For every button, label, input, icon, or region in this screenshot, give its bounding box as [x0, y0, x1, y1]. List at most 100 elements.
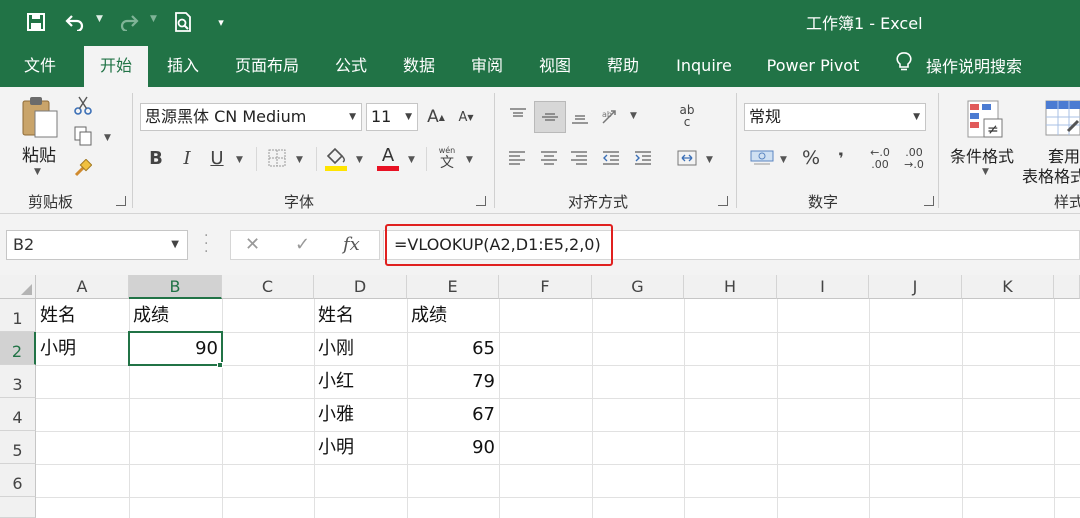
- paste-dropdown-icon[interactable]: ▼: [34, 167, 41, 177]
- tab-power-pivot[interactable]: Power Pivot: [760, 46, 866, 87]
- tell-me-search[interactable]: 操作说明搜索: [896, 46, 1022, 87]
- clipboard-launcher-icon[interactable]: [116, 196, 126, 206]
- font-size-select[interactable]: 11 ▼: [366, 103, 418, 131]
- enter-entry-button[interactable]: ✓: [295, 234, 310, 255]
- phonetic-guide-button[interactable]: wén 文: [434, 143, 460, 173]
- increase-indent-icon[interactable]: [630, 145, 656, 171]
- tab-insert[interactable]: 插入: [160, 46, 206, 87]
- merge-center-icon[interactable]: [674, 145, 700, 171]
- cell-e1[interactable]: 成绩: [407, 299, 499, 332]
- italic-button[interactable]: I: [176, 145, 198, 171]
- wrap-text-button[interactable]: ab c: [672, 99, 702, 133]
- tab-data[interactable]: 数据: [396, 46, 442, 87]
- cell-a2[interactable]: 小明: [36, 332, 129, 365]
- font-color-dropdown-icon[interactable]: ▼: [408, 155, 415, 165]
- conditional-format-dropdown-icon[interactable]: ▼: [982, 167, 989, 177]
- copy-dropdown-icon[interactable]: ▼: [104, 133, 111, 143]
- bold-button[interactable]: B: [144, 145, 168, 171]
- row-header-3[interactable]: 3: [0, 365, 36, 398]
- cell-a1[interactable]: 姓名: [36, 299, 129, 332]
- underline-button[interactable]: U: [206, 145, 228, 171]
- align-left-icon[interactable]: [504, 145, 530, 171]
- row-header-1[interactable]: 1: [0, 299, 36, 332]
- undo-icon[interactable]: [62, 9, 88, 35]
- fill-handle[interactable]: [217, 362, 223, 368]
- row-header-6[interactable]: 6: [0, 464, 36, 497]
- align-right-icon[interactable]: [566, 145, 592, 171]
- row-header-4[interactable]: 4: [0, 398, 36, 431]
- alignment-launcher-icon[interactable]: [718, 196, 728, 206]
- row-header-2[interactable]: 2: [0, 332, 36, 365]
- format-painter-icon[interactable]: [72, 157, 94, 179]
- cell-d2[interactable]: 小刚: [314, 332, 407, 365]
- cell-d1[interactable]: 姓名: [314, 299, 407, 332]
- decrease-decimal-button[interactable]: .00 →.0: [898, 145, 930, 173]
- percent-button[interactable]: %: [798, 145, 824, 171]
- column-header-i[interactable]: I: [777, 275, 869, 299]
- paste-label[interactable]: 粘贴: [22, 141, 56, 166]
- tab-formulas[interactable]: 公式: [328, 46, 374, 87]
- orientation-icon[interactable]: ab: [598, 101, 624, 131]
- cell-e3[interactable]: 79: [407, 365, 499, 398]
- conditional-format-icon[interactable]: ≠: [962, 97, 1006, 143]
- column-header-h[interactable]: H: [684, 275, 777, 299]
- column-header-b[interactable]: B: [129, 275, 222, 299]
- column-header-f[interactable]: F: [499, 275, 592, 299]
- cell-e2[interactable]: 65: [407, 332, 499, 365]
- column-header-partial[interactable]: [1054, 275, 1080, 299]
- tab-file[interactable]: 文件: [16, 46, 64, 87]
- column-header-d[interactable]: D: [314, 275, 407, 299]
- font-color-button[interactable]: A: [374, 143, 402, 173]
- format-as-table-icon[interactable]: [1040, 97, 1080, 143]
- decrease-font-size-button[interactable]: A ▼: [454, 105, 478, 129]
- tab-review[interactable]: 审阅: [464, 46, 510, 87]
- cell-d3[interactable]: 小红: [314, 365, 407, 398]
- column-header-g[interactable]: G: [592, 275, 684, 299]
- font-name-select[interactable]: 思源黑体 CN Medium ▼: [140, 103, 362, 131]
- increase-font-size-button[interactable]: A ▲: [424, 105, 448, 129]
- worksheet-grid[interactable]: A B C D E F G H I J K 1 2 3 4 5 6 姓名 成绩 …: [0, 275, 1080, 518]
- conditional-format-label[interactable]: 条件格式: [950, 143, 1014, 167]
- increase-decimal-button[interactable]: ←.0 .00: [864, 145, 896, 173]
- column-header-c[interactable]: C: [222, 275, 314, 299]
- paste-icon[interactable]: [20, 95, 60, 139]
- borders-dropdown-icon[interactable]: ▼: [296, 155, 303, 165]
- number-launcher-icon[interactable]: [924, 196, 934, 206]
- copy-icon[interactable]: [72, 125, 94, 147]
- undo-dropdown-icon[interactable]: ▼: [96, 14, 103, 24]
- cell-b1[interactable]: 成绩: [129, 299, 222, 332]
- customize-toolbar-icon[interactable]: ▾: [212, 9, 230, 35]
- tab-inquire[interactable]: Inquire: [668, 46, 740, 87]
- column-header-e[interactable]: E: [407, 275, 499, 299]
- cell-e4[interactable]: 67: [407, 398, 499, 431]
- tab-help[interactable]: 帮助: [600, 46, 646, 87]
- align-top-icon[interactable]: [504, 101, 532, 131]
- decrease-indent-icon[interactable]: [598, 145, 624, 171]
- formula-bar-grip-icon[interactable]: · · ·: [204, 229, 208, 259]
- select-all-button[interactable]: [0, 275, 36, 299]
- row-header-partial[interactable]: [0, 497, 36, 518]
- align-center-icon[interactable]: [536, 145, 562, 171]
- tab-page-layout[interactable]: 页面布局: [226, 46, 308, 87]
- insert-function-button[interactable]: fx: [343, 234, 360, 255]
- redo-icon[interactable]: [116, 9, 142, 35]
- tab-home[interactable]: 开始: [84, 46, 148, 87]
- cell-e5[interactable]: 90: [407, 431, 499, 464]
- align-middle-icon[interactable]: [534, 101, 566, 133]
- merge-dropdown-icon[interactable]: ▼: [706, 155, 713, 165]
- accounting-format-icon[interactable]: [748, 145, 776, 171]
- number-format-select[interactable]: 常规 ▼: [744, 103, 926, 131]
- format-as-table-label-bottom[interactable]: 表格格式: [1022, 163, 1080, 187]
- column-header-k[interactable]: K: [962, 275, 1054, 299]
- align-bottom-icon[interactable]: [566, 101, 594, 131]
- orientation-dropdown-icon[interactable]: ▼: [630, 111, 637, 121]
- accounting-dropdown-icon[interactable]: ▼: [780, 155, 787, 165]
- cell-d4[interactable]: 小雅: [314, 398, 407, 431]
- font-launcher-icon[interactable]: [476, 196, 486, 206]
- comma-style-button[interactable]: ❜: [830, 145, 852, 171]
- name-box[interactable]: B2 ▼: [6, 230, 188, 260]
- underline-dropdown-icon[interactable]: ▼: [236, 155, 243, 165]
- tab-view[interactable]: 视图: [532, 46, 578, 87]
- fill-color-dropdown-icon[interactable]: ▼: [356, 155, 363, 165]
- borders-icon[interactable]: [264, 145, 290, 171]
